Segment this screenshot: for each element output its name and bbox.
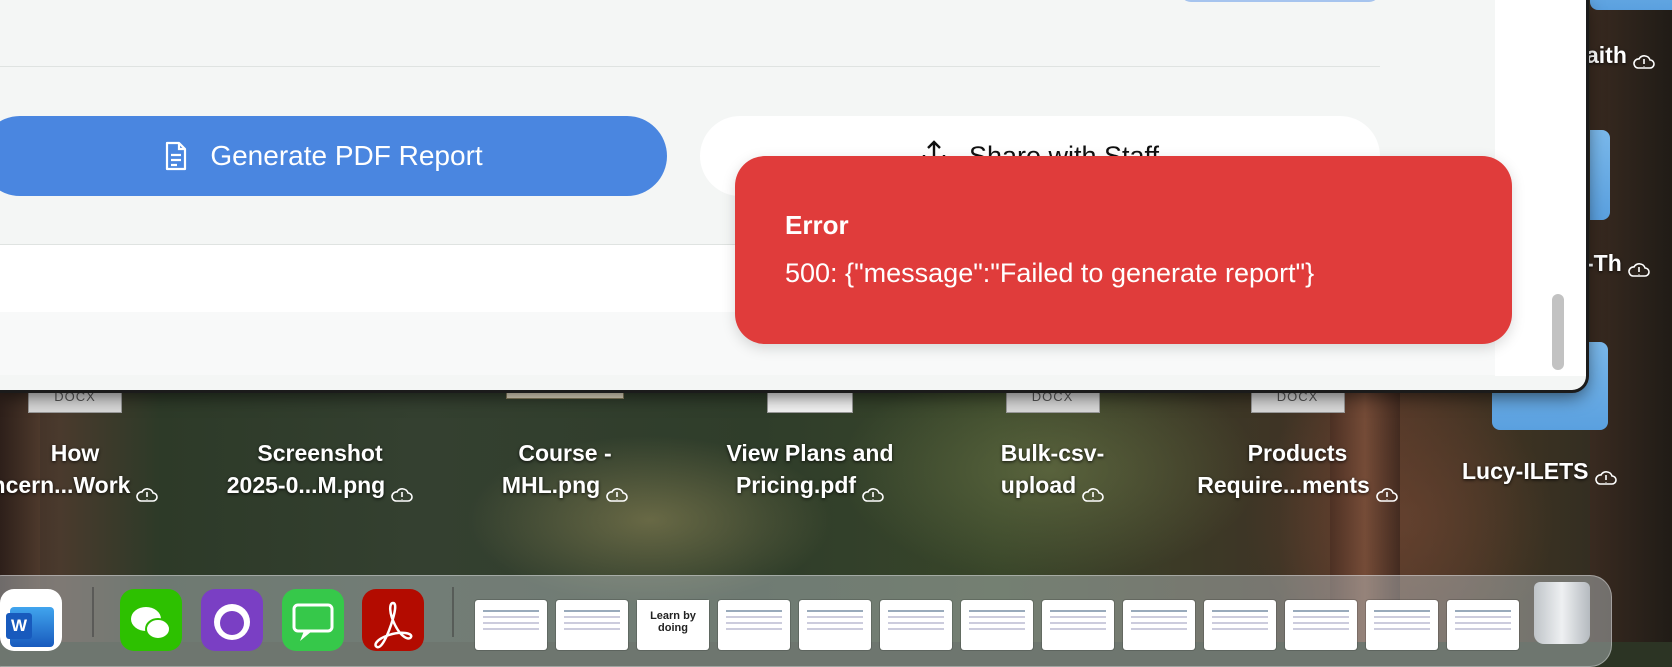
toast-title: Error [785,210,849,240]
dock-document-thumbnail[interactable] [475,600,547,650]
dock-document-thumbnail[interactable] [880,600,952,650]
cloud-icon [1375,479,1398,502]
file-name-line1: How [50,440,100,466]
desktop-file[interactable]: Course - MHL.png [460,382,670,502]
generate-pdf-report-button[interactable]: Generate PDF Report [0,116,667,196]
cloud-icon [136,479,159,502]
dock-document-thumbnail[interactable] [1366,600,1438,650]
file-name-line2: ncern...Work [0,469,170,502]
cloud-icon [606,479,628,502]
file-name-line1: Products [1247,440,1348,466]
file-name-line2: 2025-0...M.png [200,469,440,502]
dock-document-thumbnail[interactable] [1123,600,1195,650]
dock-document-thumbnail[interactable] [1042,600,1114,650]
file-name-line1: View Plans and [726,440,894,466]
dock-separator [92,587,94,637]
cloud-icon [391,479,414,502]
desktop-file[interactable]: DOCX Products Require...ments [1170,382,1425,502]
cloud-icon [862,479,884,502]
cloud-icon [1594,465,1617,485]
trash-icon[interactable] [1534,582,1590,644]
dock-document-thumbnail[interactable] [1285,600,1357,650]
desktop-file[interactable]: DOCX How ncern...Work [0,382,170,502]
dock-document-thumbnail[interactable] [1447,600,1519,650]
desktop-file[interactable]: DOCX Bulk-csv- upload [960,382,1145,502]
file-name-line1: Bulk-csv- [1000,440,1105,466]
dock-document-thumbnail[interactable]: Learn by doing [637,600,709,650]
file-name-line2: upload [960,469,1145,502]
document-icon [164,141,188,171]
file-name-line2: Pricing.pdf [695,469,925,502]
cloud-icon [1633,49,1655,69]
dock-document-thumbnail[interactable] [799,600,871,650]
side-item-label[interactable]: -Th [1586,250,1650,277]
generate-pdf-report-label: Generate PDF Report [210,140,483,171]
toast-message: 500: {"message":"Failed to generate repo… [785,258,1315,288]
dock-document-thumbnail[interactable] [556,600,628,650]
file-name-line2: MHL.png [460,469,670,502]
file-name-line1: Course - [518,440,612,466]
folder-icon[interactable] [1590,0,1672,10]
top-button-partial[interactable] [1180,0,1380,2]
desktop-file[interactable]: Screenshot 2025-0...M.png [200,382,440,502]
scrollbar-thumb[interactable] [1552,294,1564,370]
dock-document-thumbnail[interactable] [1204,600,1276,650]
file-name-line1: Screenshot [257,440,383,466]
side-item-label[interactable]: Lucy-ILETS [1462,458,1617,485]
learn-by-doing-text: Learn by doing [637,600,709,634]
cloud-icon [1082,479,1104,502]
desktop-file[interactable]: View Plans and Pricing.pdf [695,382,925,502]
dock-document-thumbnail[interactable] [718,600,790,650]
folder-icon[interactable] [1590,130,1610,220]
cloud-icon [1627,257,1650,277]
file-name-line2: Require...ments [1170,469,1425,502]
error-toast[interactable]: Error 500: {"message":"Failed to generat… [735,156,1512,344]
dock-separator [452,587,454,637]
side-item-label[interactable]: aith [1586,42,1655,69]
divider [0,66,1380,67]
dock-document-thumbnail[interactable] [961,600,1033,650]
